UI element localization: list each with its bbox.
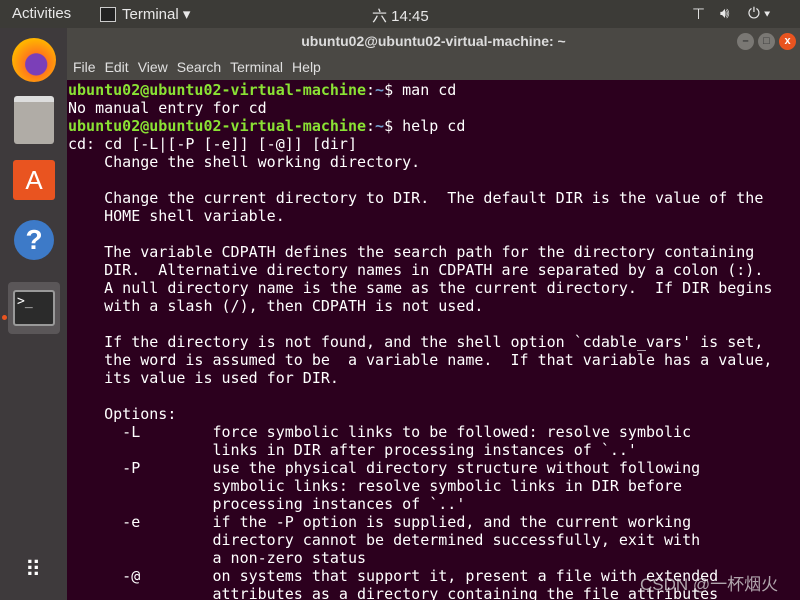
output-line: HOME shell variable. [68, 207, 285, 225]
output-line: its value is used for DIR. [68, 369, 339, 387]
prompt-dir: ~ [375, 117, 385, 135]
output-line: No manual entry for cd [68, 99, 267, 117]
output-line: symbolic links: resolve symbolic links i… [68, 477, 683, 495]
terminal-app-icon [100, 7, 116, 22]
terminal-output[interactable]: ubuntu02@ubuntu02-virtual-machine:~$ man… [68, 81, 798, 600]
output-line: -e if the -P option is supplied, and the… [68, 513, 692, 531]
prompt-line: ubuntu02@ubuntu02-virtual-machine:~$ hel… [68, 117, 466, 135]
window-title-bar[interactable]: ubuntu02@ubuntu02-virtual-machine: ~ – □… [67, 28, 800, 55]
output-line: Options: [68, 405, 177, 423]
app-menu-button[interactable]: Terminal ▾ [122, 5, 190, 23]
help-icon[interactable]: ? [8, 214, 60, 266]
prompt-user: ubuntu02@ubuntu02-virtual-machine [68, 117, 367, 135]
clock[interactable]: 六 14:45 [372, 5, 429, 26]
window-title: ubuntu02@ubuntu02-virtual-machine: ~ [301, 33, 566, 49]
command: help cd [402, 117, 466, 135]
apps-grid-icon[interactable]: ⠿ [8, 544, 60, 596]
output-line: cd: cd [-L|[-P [-e]] [-@]] [dir] [68, 135, 357, 153]
output-line: A null directory name is the same as the… [68, 279, 773, 297]
close-button[interactable]: x [779, 33, 796, 50]
software-icon[interactable]: A [8, 154, 60, 206]
top-bar: Activities Terminal ▾ 六 14:45 ⊤ 🔊︎ ⏻ ▾ [0, 0, 800, 28]
prompt-user: ubuntu02@ubuntu02-virtual-machine [68, 81, 367, 99]
menu-edit[interactable]: Edit [105, 59, 129, 75]
volume-icon[interactable]: 🔊︎ [720, 5, 729, 22]
menu-file[interactable]: File [73, 59, 96, 75]
prompt-dir: ~ [375, 81, 385, 99]
menu-help[interactable]: Help [292, 59, 321, 75]
output-line: The variable CDPATH defines the search p… [68, 243, 755, 261]
prompt-line: ubuntu02@ubuntu02-virtual-machine:~$ man… [68, 81, 457, 99]
output-line: the word is assumed to be a variable nam… [68, 351, 773, 369]
activities-button[interactable]: Activities [12, 5, 71, 22]
output-line: a non-zero status [68, 549, 367, 567]
files-icon[interactable] [8, 94, 60, 146]
firefox-icon[interactable] [8, 34, 60, 86]
menu-terminal[interactable]: Terminal [230, 59, 283, 75]
command: man cd [402, 81, 457, 99]
output-line: directory cannot be determined successfu… [68, 531, 701, 549]
menu-view[interactable]: View [138, 59, 168, 75]
terminal-icon[interactable]: >_ [8, 282, 60, 334]
output-line: DIR. Alternative directory names in CDPA… [68, 261, 764, 279]
output-line: Change the shell working directory. [68, 153, 421, 171]
output-line: links in DIR after processing instances … [68, 441, 637, 459]
minimize-button[interactable]: – [737, 33, 754, 50]
output-line: with a slash (/), then CDPATH is not use… [68, 297, 484, 315]
watermark: CSDN @一杯烟火 [640, 575, 779, 594]
network-icon[interactable]: ⊤ [692, 5, 705, 23]
maximize-button[interactable]: □ [758, 33, 775, 50]
output-line: If the directory is not found, and the s… [68, 333, 764, 351]
output-line: processing instances of `..' [68, 495, 466, 513]
power-icon[interactable]: ⏻ ▾ [748, 5, 770, 22]
running-indicator [2, 315, 7, 320]
output-line: Change the current directory to DIR. The… [68, 189, 764, 207]
dock: A ? >_ ⠿ [0, 28, 67, 600]
output-line: -P use the physical directory structure … [68, 459, 701, 477]
menu-search[interactable]: Search [177, 59, 221, 75]
output-line: -L force symbolic links to be followed: … [68, 423, 692, 441]
menu-bar: File Edit View Search Terminal Help [67, 55, 800, 80]
app-menu-label: Terminal [122, 6, 179, 23]
